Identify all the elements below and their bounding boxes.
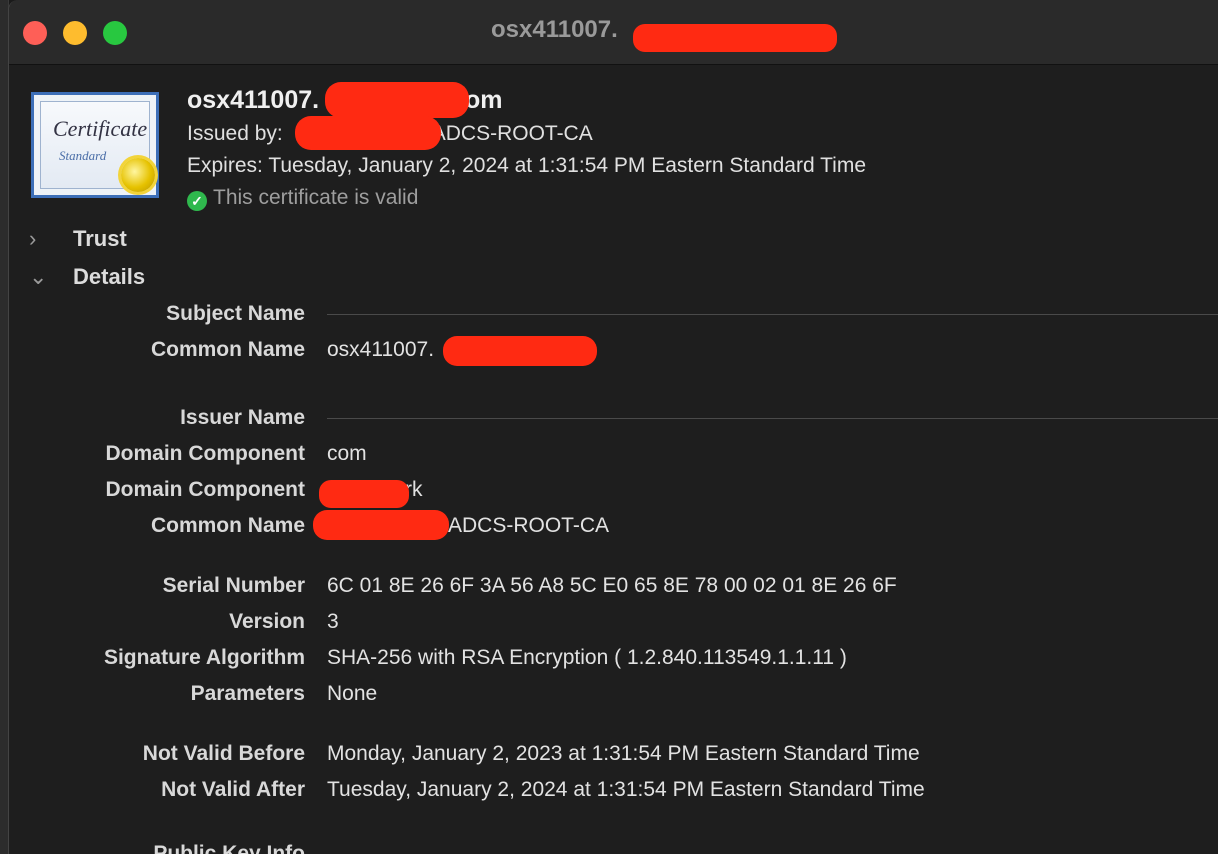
redaction-mark: [319, 480, 409, 508]
minimize-button[interactable]: [63, 21, 87, 45]
details-disclosure[interactable]: ⌄ Details: [29, 264, 145, 290]
check-circle-icon: ✓: [187, 191, 207, 211]
not-valid-after-value: Tuesday, January 2, 2024 at 1:31:54 PM E…: [327, 778, 925, 801]
details-label: Details: [73, 264, 146, 289]
issuer-name-heading: Issuer Name: [180, 406, 305, 429]
title-bar[interactable]: osx411007.: [9, 0, 1218, 65]
not-valid-before-value: Monday, January 2, 2023 at 1:31:54 PM Ea…: [327, 742, 920, 765]
not-valid-after-label: Not Valid After: [161, 778, 305, 801]
redaction-mark: [325, 82, 469, 118]
expires-line: Expires: Tuesday, January 2, 2024 at 1:3…: [187, 154, 866, 177]
issuer-common-name-label: Common Name: [150, 514, 305, 537]
not-valid-before-label: Not Valid Before: [142, 742, 305, 765]
serial-number-label: Serial Number: [162, 574, 305, 597]
common-name-label: Common Name: [150, 338, 305, 361]
validity-status: ✓ This certificate is valid: [187, 186, 418, 211]
parameters-value: None: [327, 682, 378, 705]
domain-component-value: com: [327, 442, 367, 465]
divider: [327, 418, 1218, 419]
certificate-icon-word: Certificate: [53, 116, 148, 141]
issuer-common-name-value: -ADCS-ROOT-CA: [441, 514, 609, 537]
version-value: 3: [327, 610, 339, 633]
window-title: osx411007.: [491, 16, 618, 43]
certificate-window: osx411007. Certificate Standard osx41100…: [8, 0, 1218, 854]
common-name-value: osx411007.: [327, 338, 435, 361]
redaction-mark: [443, 336, 597, 366]
zoom-button[interactable]: [103, 21, 127, 45]
certificate-icon: Certificate Standard: [31, 92, 159, 198]
public-key-info-heading: Public Key Info: [153, 842, 305, 854]
domain-component-label: Domain Component: [105, 478, 306, 501]
certificate-icon-sub: Standard: [59, 148, 107, 163]
subject-name-heading: Subject Name: [166, 302, 305, 325]
redaction-mark: [295, 116, 441, 150]
serial-number-value: 6C 01 8E 26 6F 3A 56 A8 5C E0 65 8E 78 0…: [327, 574, 897, 597]
signature-algorithm-label: Signature Algorithm: [103, 646, 305, 669]
validity-text: This certificate is valid: [213, 186, 419, 209]
trust-label: Trust: [73, 226, 127, 251]
chevron-down-icon[interactable]: ⌄: [29, 264, 53, 290]
version-label: Version: [229, 610, 305, 633]
issued-by-label: Issued by:: [187, 122, 283, 145]
seal-icon: [121, 158, 155, 192]
certificate-paper: Certificate Standard: [40, 101, 155, 192]
close-button[interactable]: [23, 21, 47, 45]
redaction-mark: [313, 510, 449, 540]
issued-by-value: -ADCS-ROOT-CA: [424, 122, 593, 145]
redaction-mark: [633, 24, 837, 52]
domain-component-label: Domain Component: [105, 442, 306, 465]
chevron-right-icon[interactable]: ›: [29, 226, 53, 252]
parameters-label: Parameters: [190, 682, 305, 705]
trust-disclosure[interactable]: › Trust: [29, 226, 127, 252]
signature-algorithm-value: SHA-256 with RSA Encryption ( 1.2.840.11…: [327, 646, 847, 669]
divider: [327, 314, 1218, 315]
title-prefix: osx411007.: [187, 86, 320, 114]
